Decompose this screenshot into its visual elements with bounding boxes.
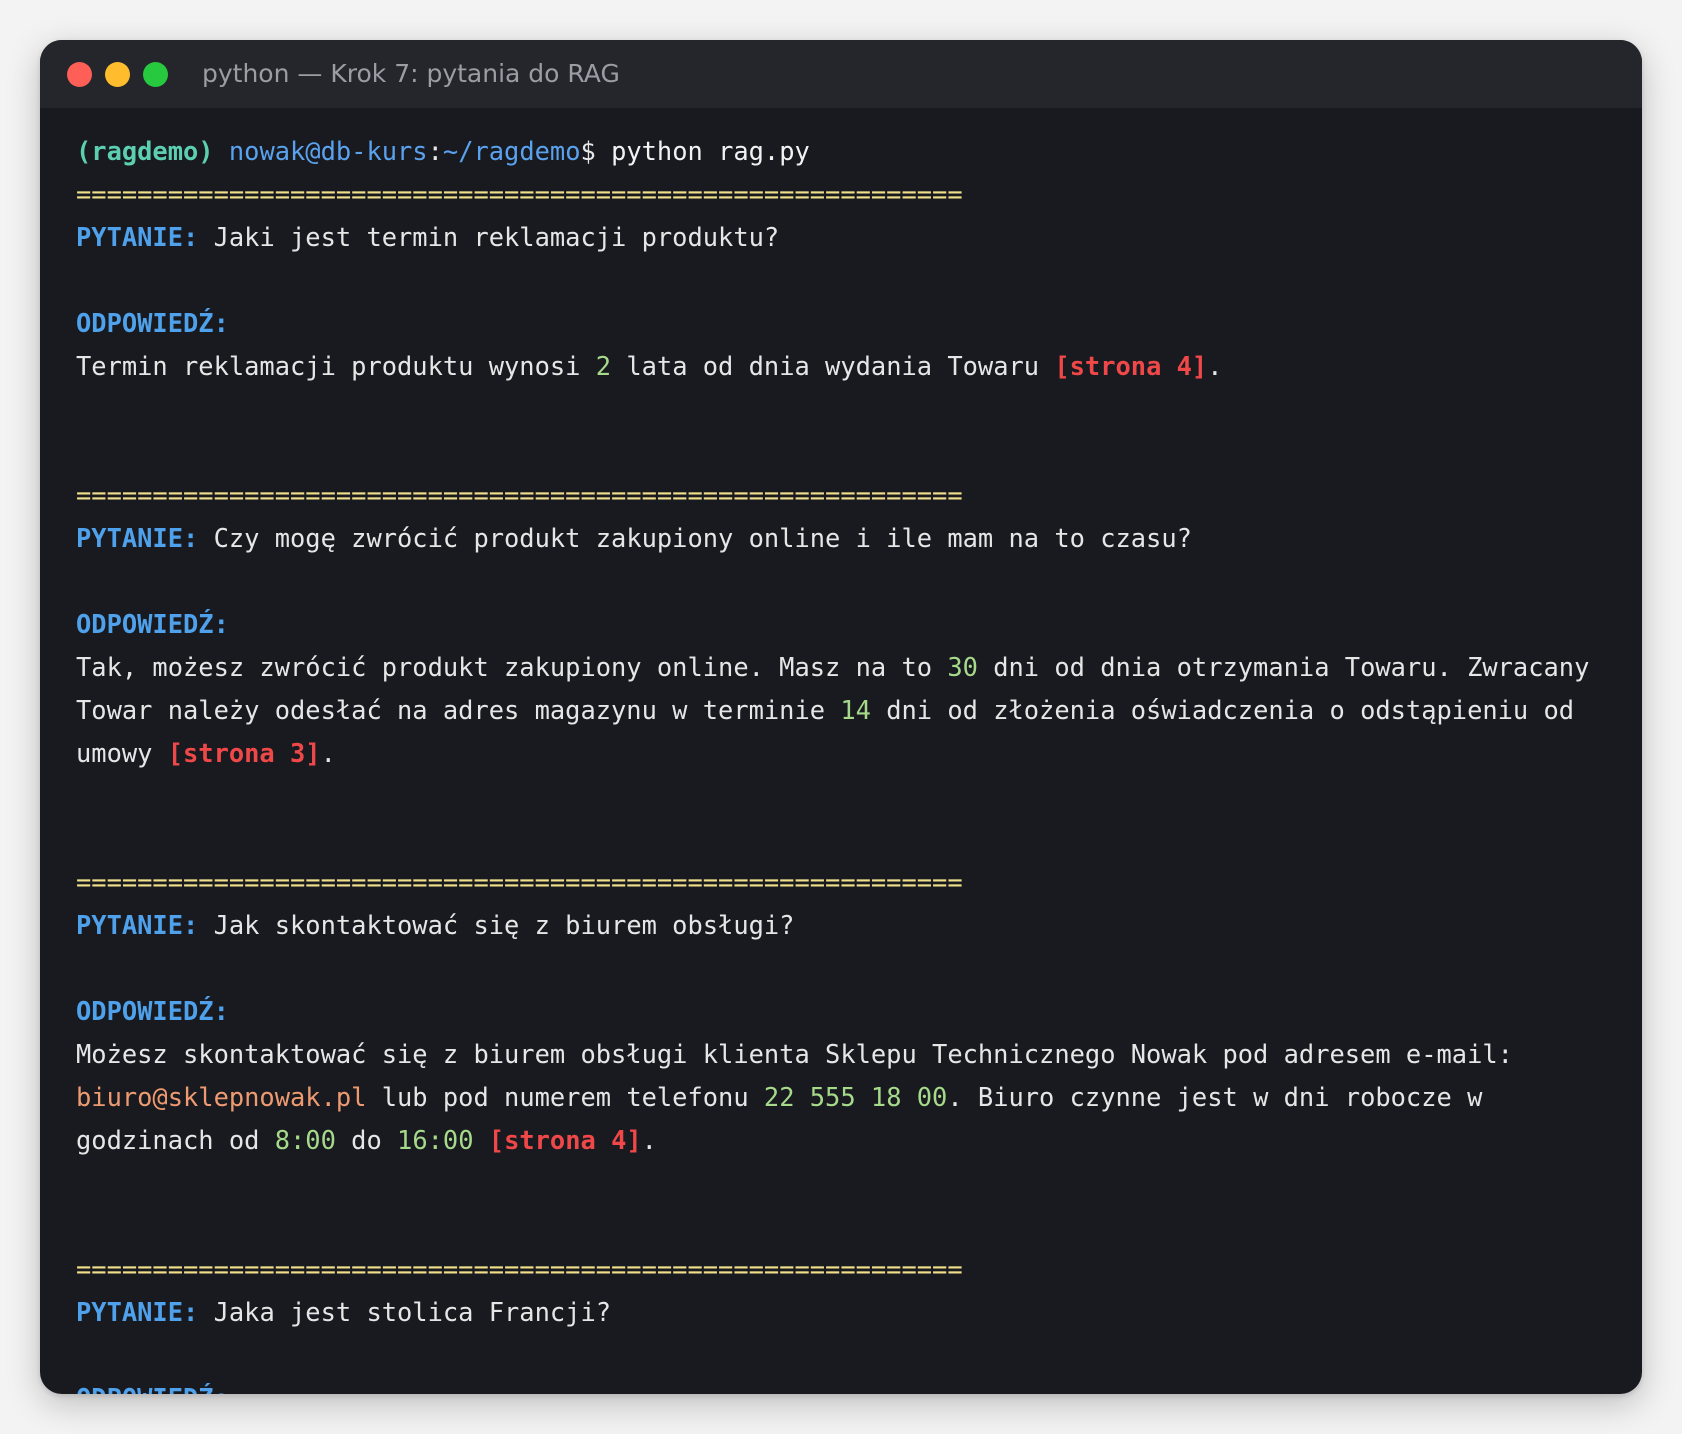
- answer-line: Towar należy odesłać na adres magazynu w…: [76, 689, 1612, 732]
- answer-line: biuro@sklepnowak.pl lub pod numerem tele…: [76, 1076, 1612, 1119]
- maximize-button[interactable]: [143, 62, 168, 87]
- window-title: python — Krok 7: pytania do RAG: [202, 59, 620, 88]
- question-line: PYTANIE: Jak skontaktować się z biurem o…: [76, 904, 1612, 947]
- answer-text: Towar należy odesłać na adres magazynu w…: [76, 695, 841, 725]
- terminal-output[interactable]: (ragdemo) nowak@db-kurs:~/ragdemo$ pytho…: [76, 130, 1612, 1394]
- answer-text: .: [641, 1125, 657, 1155]
- question-label: PYTANIE:: [76, 523, 199, 553]
- qa-output: ========================================…: [76, 173, 1612, 1394]
- answer-line: Możesz skontaktować się z biurem obsługi…: [76, 1033, 1612, 1076]
- answer-text: [473, 1125, 488, 1155]
- answer-number: 16:00: [397, 1125, 474, 1155]
- answer-text: do: [335, 1125, 398, 1155]
- close-button[interactable]: [67, 62, 92, 87]
- answer-citation: [strona 4]: [488, 1125, 642, 1155]
- command-text: python rag.py: [595, 136, 810, 166]
- answer-text: Możesz skontaktować się z biurem obsługi…: [76, 1039, 1513, 1069]
- answer-line: umowy [strona 3].: [76, 732, 1612, 775]
- prompt-user-host: nowak@db-kurs: [228, 136, 428, 166]
- question-label: PYTANIE:: [76, 222, 199, 252]
- answer-label: ODPOWIEDŹ:: [76, 1377, 1612, 1394]
- answer-text: dni od dnia otrzymania Towaru. Zwracany: [977, 652, 1590, 682]
- answer-line: Termin reklamacji produktu wynosi 2 lata…: [76, 345, 1612, 388]
- answer-text: dni od złożenia oświadczenia o odstąpien…: [870, 695, 1575, 725]
- title-bar: python — Krok 7: pytania do RAG: [40, 40, 1642, 108]
- answer-number: 30: [947, 652, 978, 682]
- question-label: PYTANIE:: [76, 1297, 199, 1327]
- prompt-sign: $: [580, 136, 596, 166]
- answer-citation: [strona 3]: [167, 738, 321, 768]
- answer-text: .: [1207, 351, 1223, 381]
- answer-number: 2: [595, 351, 612, 381]
- question-line: PYTANIE: Jaka jest stolica Francji?: [76, 1291, 1612, 1334]
- answer-label: ODPOWIEDŹ:: [76, 996, 229, 1026]
- answer-line: godzinach od 8:00 do 16:00 [strona 4].: [76, 1119, 1612, 1162]
- answer-text: lata od dnia wydania Towaru: [611, 351, 1055, 381]
- question-text: Jaki jest termin reklamacji produktu?: [198, 222, 780, 252]
- separator-line: ========================================…: [76, 867, 963, 897]
- answer-line: Tak, możesz zwrócić produkt zakupiony on…: [76, 646, 1612, 689]
- answer-text: lub pod numerem telefonu: [366, 1082, 764, 1112]
- question-text: Czy mogę zwrócić produkt zakupiony onlin…: [198, 523, 1192, 553]
- answer-text: . Biuro czynne jest w dni robocze w: [947, 1082, 1483, 1112]
- question-label: PYTANIE:: [76, 910, 199, 940]
- answer-text: umowy: [76, 738, 168, 768]
- prompt-path: ~/ragdemo: [442, 136, 581, 166]
- answer-number: 22 555 18 00: [763, 1082, 948, 1112]
- answer-email: biuro@sklepnowak.pl: [76, 1082, 367, 1112]
- question-text: Jaka jest stolica Francji?: [198, 1297, 612, 1327]
- answer-number: 8:00: [274, 1125, 336, 1155]
- question-line: PYTANIE: Czy mogę zwrócić produkt zakupi…: [76, 517, 1612, 560]
- prompt-line: (ragdemo) nowak@db-kurs:~/ragdemo$ pytho…: [76, 130, 1612, 173]
- minimize-button[interactable]: [105, 62, 130, 87]
- answer-text: Termin reklamacji produktu wynosi: [76, 351, 596, 381]
- separator-line: ========================================…: [76, 179, 963, 209]
- terminal-window: python — Krok 7: pytania do RAG (ragdemo…: [40, 40, 1642, 1394]
- separator-line: ========================================…: [76, 1254, 963, 1284]
- answer-text: godzinach od: [76, 1125, 275, 1155]
- prompt-env: (ragdemo): [76, 136, 214, 166]
- question-text: Jak skontaktować się z biurem obsługi?: [198, 910, 795, 940]
- separator-line: ========================================…: [76, 480, 963, 510]
- question-line: PYTANIE: Jaki jest termin reklamacji pro…: [76, 216, 1612, 259]
- prompt-colon: :: [427, 136, 443, 166]
- answer-label: ODPOWIEDŹ:: [76, 308, 229, 338]
- answer-text: Tak, możesz zwrócić produkt zakupiony on…: [76, 652, 948, 682]
- answer-label: ODPOWIEDŹ:: [76, 609, 229, 639]
- answer-citation: [strona 4]: [1054, 351, 1208, 381]
- answer-number: 14: [840, 695, 871, 725]
- answer-text: .: [320, 738, 336, 768]
